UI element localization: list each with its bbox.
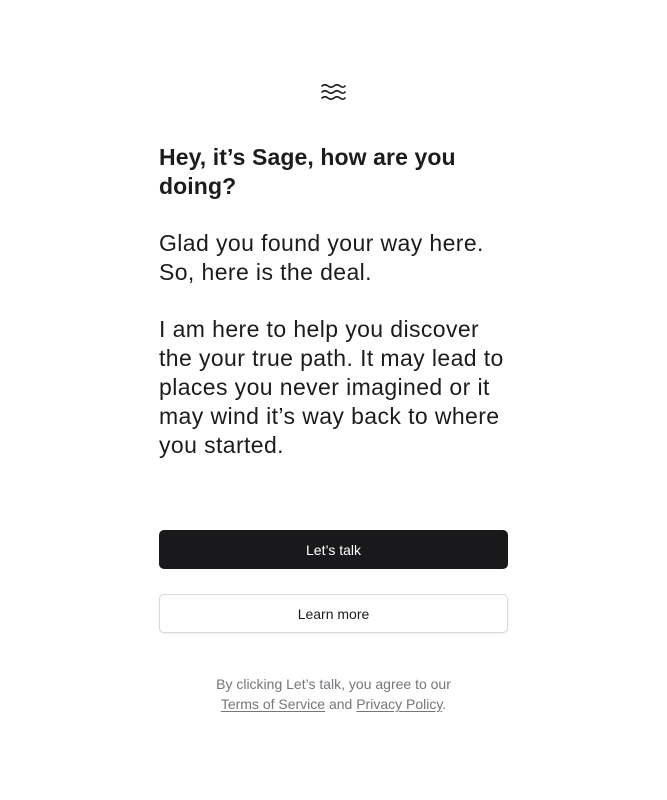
terms-of-service-link[interactable]: Terms of Service (221, 696, 325, 712)
learn-more-button[interactable]: Learn more (159, 594, 508, 633)
privacy-policy-link[interactable]: Privacy Policy (356, 696, 442, 712)
legal-notice: By clicking Let’s talk, you agree to our… (159, 674, 508, 714)
legal-prefix: By clicking Let’s talk, you agree to our (216, 676, 451, 692)
legal-suffix: . (442, 696, 447, 712)
intro-paragraph-1: Glad you found your way here. So, here i… (159, 230, 484, 285)
legal-conjunction: and (328, 696, 353, 712)
intro-paragraph-2: I am here to help you discover the your … (159, 316, 504, 458)
lets-talk-button[interactable]: Let’s talk (159, 530, 508, 569)
headline: Hey, it’s Sage, how are you doing? (159, 144, 456, 199)
intro-content: Hey, it’s Sage, how are you doing? Glad … (159, 143, 519, 460)
waves-icon (321, 82, 346, 102)
